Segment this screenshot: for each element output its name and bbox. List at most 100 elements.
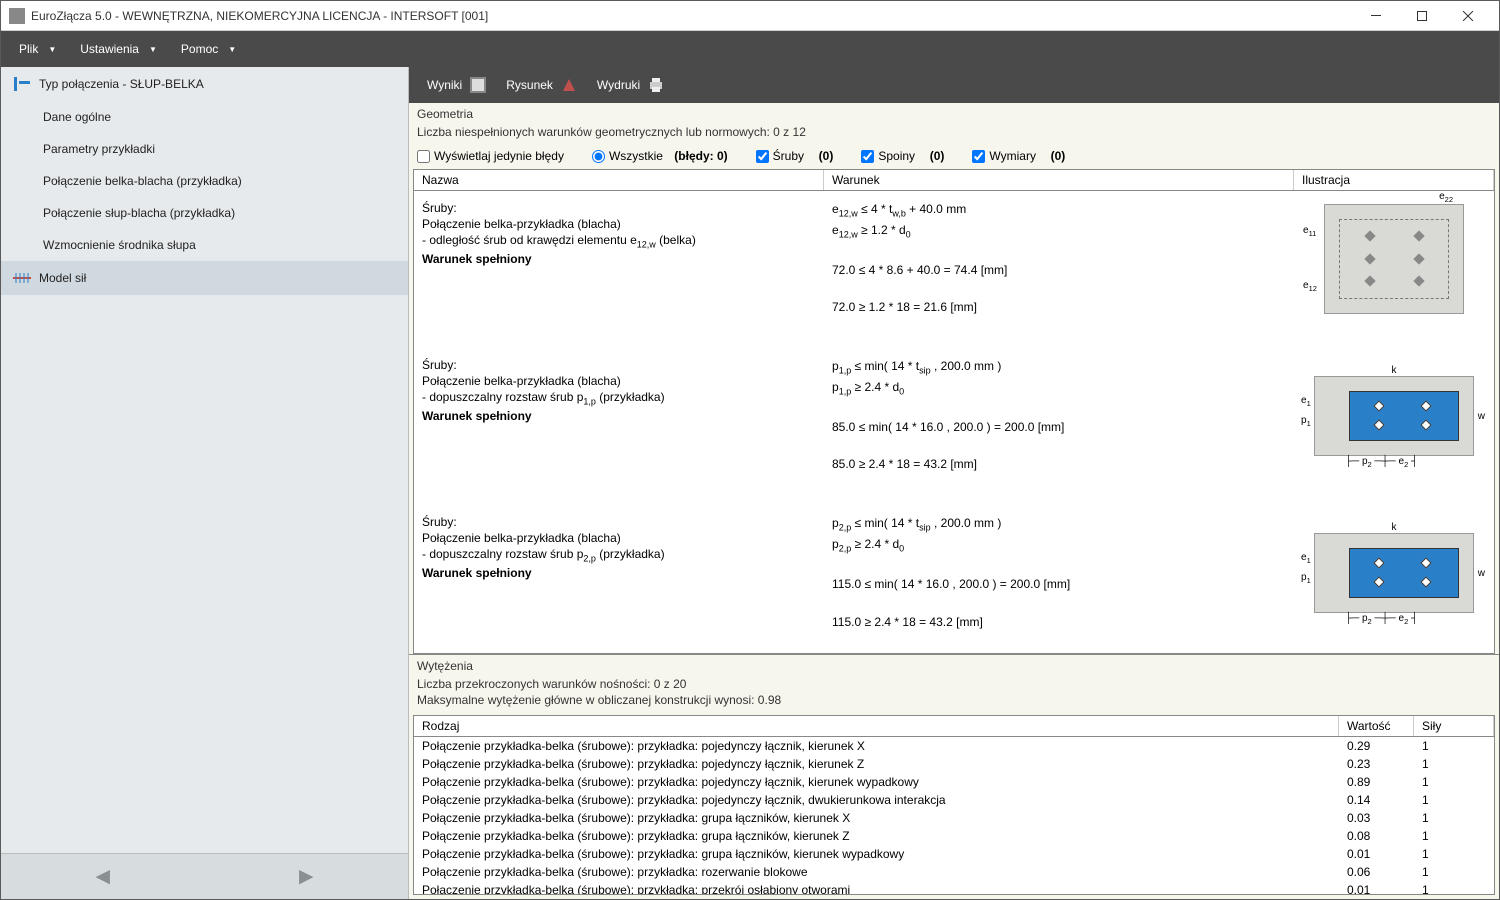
table-row[interactable]: Połączenie przykładka-belka (śrubowe): p… (414, 773, 1494, 791)
table-row[interactable]: Połączenie przykładka-belka (śrubowe): p… (414, 845, 1494, 863)
cell-kind: Połączenie przykładka-belka (śrubowe): p… (414, 738, 1339, 754)
cell-forces: 1 (1414, 864, 1494, 880)
cell-condition: p2,p ≤ min( 14 * tsip , 200.0 mm )p2,p ≥… (824, 511, 1294, 634)
menubar: Plik▼ Ustawienia▼ Pomoc▼ (1, 31, 1499, 67)
cell-name: Śruby:Połączenie belka-przykładka (blach… (414, 197, 824, 320)
utilization-status-count: Liczba przekroczonych warunków nośności:… (409, 675, 1499, 691)
table-row[interactable]: Połączenie przykładka-belka (śrubowe): p… (414, 791, 1494, 809)
sidebar-item-web-rein[interactable]: Wzmocnienie środnika słupa (1, 229, 408, 261)
table-row[interactable]: Połączenie przykładka-belka (śrubowe): p… (414, 863, 1494, 881)
illustration-spacing: k e1 p1 w ├─ p2 ─┼─ e2 ┤ (1314, 376, 1474, 456)
tab-printouts[interactable]: Wydruki (587, 69, 674, 101)
sidebar-section-label: Typ połączenia - SŁUP-BELKA (39, 77, 204, 91)
utilization-section-label: Wytężenia (409, 655, 1499, 675)
content-tabs: Wyniki Rysunek Wydruki (409, 67, 1499, 103)
menu-file[interactable]: Plik▼ (7, 34, 68, 64)
col-header-name[interactable]: Nazwa (414, 170, 824, 190)
cell-forces: 1 (1414, 810, 1494, 826)
connection-type-icon (13, 76, 31, 92)
cell-forces: 1 (1414, 828, 1494, 844)
print-icon (648, 77, 664, 93)
drawing-icon (561, 77, 577, 93)
filter-only-errors[interactable]: Wyświetlaj jedynie błędy (417, 149, 564, 163)
cell-illustration: e22e11e12 (1294, 197, 1494, 320)
cell-forces: 1 (1414, 774, 1494, 790)
cell-value: 0.89 (1339, 774, 1414, 790)
sidebar-section-force-model[interactable]: Model sił (1, 261, 408, 295)
cell-forces: 1 (1414, 846, 1494, 862)
cell-kind: Połączenie przykładka-belka (śrubowe): p… (414, 846, 1339, 862)
cell-forces: 1 (1414, 882, 1494, 894)
col-header-forces[interactable]: Siły (1414, 716, 1494, 736)
col-header-value[interactable]: Wartość (1339, 716, 1414, 736)
menu-settings[interactable]: Ustawienia▼ (68, 34, 169, 64)
table-row[interactable]: Śruby:Połączenie belka-przykładka (blach… (414, 191, 1494, 348)
table-row[interactable]: Śruby:Połączenie belka-przykładka (blach… (414, 348, 1494, 505)
cell-value: 0.08 (1339, 828, 1414, 844)
prev-arrow-icon[interactable]: ◄ (71, 859, 135, 895)
sidebar-section-connection-type[interactable]: Typ połączenia - SŁUP-BELKA (1, 67, 408, 101)
cell-kind: Połączenie przykładka-belka (śrubowe): p… (414, 810, 1339, 826)
filter-all[interactable]: Wszystkie (błędy: 0) (592, 149, 728, 163)
cell-condition: p1,p ≤ min( 14 * tsip , 200.0 mm )p1,p ≥… (824, 354, 1294, 477)
col-header-illustration[interactable]: Ilustracja (1294, 170, 1494, 190)
sidebar-item-plate-params[interactable]: Parametry przykładki (1, 133, 408, 165)
maximize-button[interactable] (1399, 1, 1445, 31)
results-icon (470, 77, 486, 93)
menu-help[interactable]: Pomoc▼ (169, 34, 248, 64)
cell-name: Śruby:Połączenie belka-przykładka (blach… (414, 354, 824, 477)
filter-bolts[interactable]: Śruby (0) (756, 149, 834, 163)
minimize-button[interactable] (1353, 1, 1399, 31)
cell-kind: Połączenie przykładka-belka (śrubowe): p… (414, 828, 1339, 844)
tab-results[interactable]: Wyniki (417, 69, 496, 101)
cell-illustration: k e1 p1 w ├─ p2 ─┼─ e2 ┤ (1294, 354, 1494, 477)
sidebar-item-beam-plate[interactable]: Połączenie belka-blacha (przykładka) (1, 165, 408, 197)
force-model-icon (13, 270, 31, 286)
cell-condition: e12,w ≤ 4 * tw,b + 40.0 mme12,w ≥ 1.2 * … (824, 197, 1294, 320)
cell-name: Śruby:Połączenie belka-przykładka (blach… (414, 511, 824, 634)
table-row[interactable]: Połączenie przykładka-belka (śrubowe): p… (414, 881, 1494, 894)
table-row[interactable]: Śruby:Połączenie belka-przykładka (blach… (414, 505, 1494, 653)
cell-forces: 1 (1414, 738, 1494, 754)
utilization-status-max: Maksymalne wytężenie główne w obliczanej… (409, 691, 1499, 713)
cell-illustration: k e1 p1 w ├─ p2 ─┼─ e2 ┤ (1294, 511, 1494, 634)
table-row[interactable]: Połączenie przykładka-belka (śrubowe): p… (414, 755, 1494, 773)
cell-value: 0.23 (1339, 756, 1414, 772)
close-button[interactable] (1445, 1, 1491, 31)
cell-kind: Połączenie przykładka-belka (śrubowe): p… (414, 774, 1339, 790)
cell-value: 0.06 (1339, 864, 1414, 880)
filter-welds[interactable]: Spoiny (0) (861, 149, 944, 163)
geometry-section-label: Geometria (409, 103, 1499, 123)
cell-value: 0.01 (1339, 846, 1414, 862)
col-header-type[interactable]: Rodzaj (414, 716, 1339, 736)
table-row[interactable]: Połączenie przykładka-belka (śrubowe): p… (414, 827, 1494, 845)
sidebar-item-column-plate[interactable]: Połączenie słup-blacha (przykładka) (1, 197, 408, 229)
cell-kind: Połączenie przykładka-belka (śrubowe): p… (414, 882, 1339, 894)
table-row[interactable]: Połączenie przykładka-belka (śrubowe): p… (414, 737, 1494, 755)
cell-value: 0.29 (1339, 738, 1414, 754)
illustration-edge-distance: e22e11e12 (1324, 204, 1464, 314)
footer-nav: ◄ ► (1, 853, 408, 899)
cell-kind: Połączenie przykładka-belka (śrubowe): p… (414, 864, 1339, 880)
filter-dimensions[interactable]: Wymiary (0) (972, 149, 1065, 163)
tab-drawing[interactable]: Rysunek (496, 69, 587, 101)
cell-forces: 1 (1414, 792, 1494, 808)
illustration-spacing: k e1 p1 w ├─ p2 ─┼─ e2 ┤ (1314, 533, 1474, 613)
cell-value: 0.03 (1339, 810, 1414, 826)
window-title: EuroZłącza 5.0 - WEWNĘTRZNA, NIEKOMERCYJ… (31, 9, 1353, 23)
col-header-condition[interactable]: Warunek (824, 170, 1294, 190)
chevron-down-icon: ▼ (149, 45, 157, 54)
chevron-down-icon: ▼ (48, 45, 56, 54)
titlebar: EuroZłącza 5.0 - WEWNĘTRZNA, NIEKOMERCYJ… (1, 1, 1499, 31)
sidebar-item-general[interactable]: Dane ogólne (1, 101, 408, 133)
cell-kind: Połączenie przykładka-belka (śrubowe): p… (414, 792, 1339, 808)
table-row[interactable]: Połączenie przykładka-belka (śrubowe): p… (414, 809, 1494, 827)
sidebar: Typ połączenia - SŁUP-BELKA Dane ogólne … (1, 67, 409, 899)
sidebar-section-label: Model sił (39, 271, 86, 285)
cell-value: 0.01 (1339, 882, 1414, 894)
geometry-table-body[interactable]: Śruby:Połączenie belka-przykładka (blach… (414, 191, 1494, 653)
geometry-status: Liczba niespełnionych warunków geometryc… (409, 123, 1499, 145)
next-arrow-icon[interactable]: ► (274, 859, 338, 895)
utilization-table-body[interactable]: Połączenie przykładka-belka (śrubowe): p… (414, 737, 1494, 894)
utilization-table: Rodzaj Wartość Siły Połączenie przykładk… (413, 715, 1495, 895)
